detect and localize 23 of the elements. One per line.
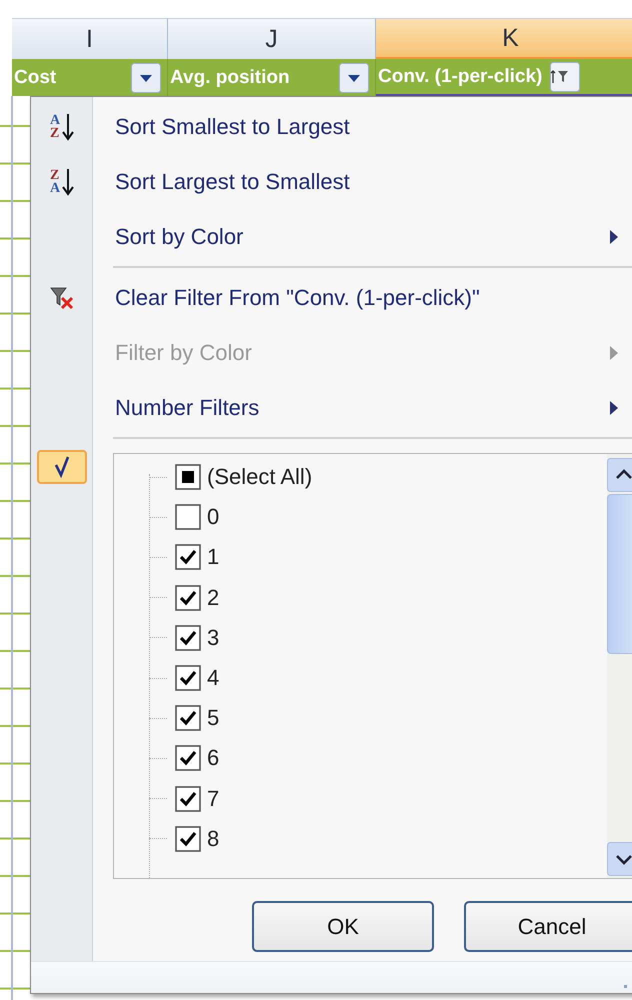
value-label: 0 (207, 504, 220, 530)
cancel-button[interactable]: Cancel (464, 901, 632, 952)
value-label: 7 (207, 786, 220, 812)
menu-item[interactable]: Number Filters (31, 380, 632, 435)
menu-item[interactable]: Sort by Color (31, 209, 632, 264)
column-header[interactable]: I (12, 18, 168, 59)
table-header-cell: Avg. position (170, 66, 290, 88)
menu-item[interactable]: Clear Filter From "Conv. (1-per-click)" (31, 270, 632, 325)
menu-item[interactable]: Z A Sort Largest to Smallest (31, 154, 632, 209)
value-label: 3 (207, 624, 220, 651)
value-label: (Select All) (207, 464, 312, 490)
value-label: 2 (207, 584, 220, 611)
column-header[interactable]: K (376, 18, 632, 59)
menu-item[interactable]: A Z Sort Smallest to Largest (31, 99, 632, 154)
value-label: 6 (207, 745, 220, 772)
table-header-cell: Conv. (1-per-click) (378, 66, 542, 88)
value-label: 4 (207, 665, 220, 692)
value-label: 8 (207, 826, 220, 852)
column-header[interactable]: J (168, 18, 376, 59)
ok-button[interactable]: OK (252, 901, 434, 952)
table-header-cell: Cost (14, 66, 56, 88)
value-label: 5 (207, 705, 220, 732)
value-label: 1 (207, 544, 220, 570)
